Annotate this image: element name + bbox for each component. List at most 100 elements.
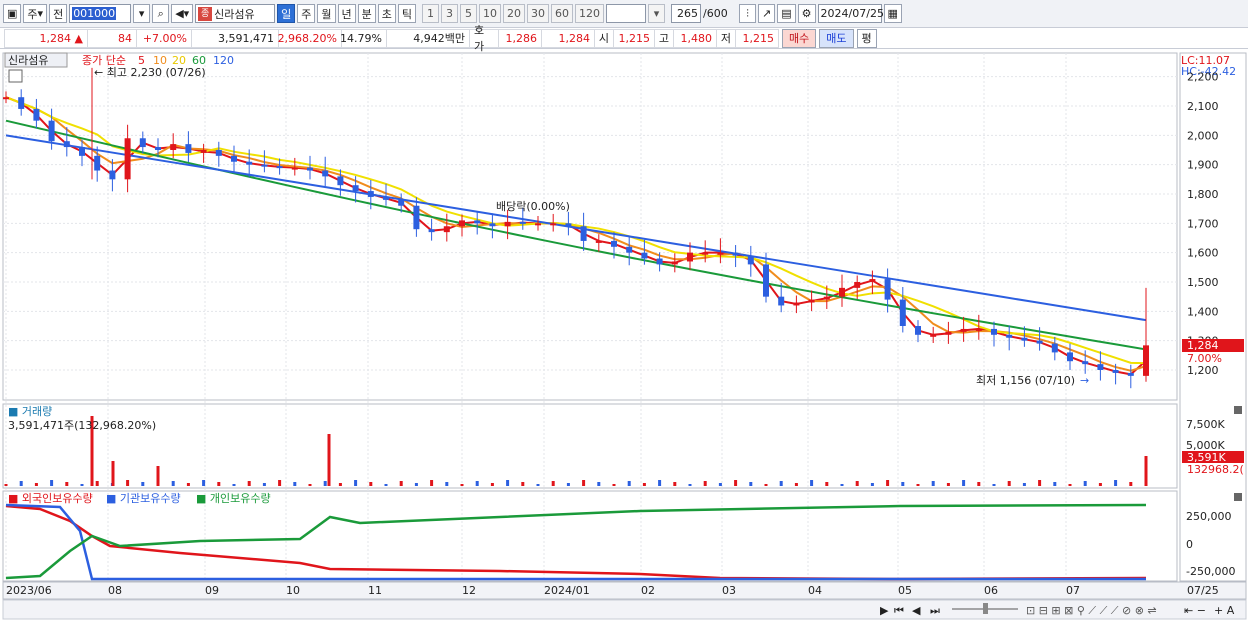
volume-bar [551,481,555,486]
zoom-out-icon[interactable]: ⇤ − [1184,604,1206,617]
interval-60[interactable]: 60 [551,4,574,23]
holdings-close-icon[interactable] [1234,493,1242,501]
volume-bar [126,480,130,486]
candle-body [459,220,465,227]
interval-120[interactable]: 120 [575,4,605,23]
date-tick: 02 [641,584,655,597]
volume-bar [475,481,479,486]
candle-body [383,196,389,200]
volume-bar [247,481,251,486]
zoom-slider-thumb[interactable] [983,603,988,614]
volume-ratio: 2,968.20% [278,28,342,48]
date-tick: 08 [108,584,122,597]
date-input[interactable]: 2024/07/25 [817,4,884,23]
price-tick: 1,700 [1187,217,1219,230]
volume-bar [627,481,631,486]
dividend-note: 배당락(0.00%) [496,200,570,213]
volume-bar [734,480,738,486]
candle-body [1006,334,1013,338]
sell-button[interactable]: 매도 [819,28,854,48]
price-tick: 2,000 [1187,129,1219,142]
eval-button[interactable]: 평 [856,28,877,48]
tab-second[interactable]: 초 [377,4,396,23]
volume-bar [80,484,84,486]
search-icon[interactable]: ⌕ [152,4,170,23]
stock-chart[interactable]: 신라섬유 종가 단순 5 10 20 60 120 ← 최고 2,230 (07… [0,51,1248,621]
stock-name-tag: 신라섬유 [8,54,48,67]
volume-bar [354,480,358,486]
count-input[interactable]: 265 [671,4,702,23]
low-arrow-icon: → [1080,374,1089,387]
date-tick: 05 [898,584,912,597]
volume-bar [1129,482,1133,486]
candle-body [367,191,374,197]
candle-body [717,252,724,255]
tab-day[interactable]: 일 [277,4,296,23]
custom-interval-input[interactable] [606,4,647,23]
volume-bar [141,482,145,486]
candle-type-icon[interactable]: ⫶ [739,4,757,23]
quote-bar: 1,284 ▲ 84 +7.00% 3,591,471 2,968.20% 14… [0,24,1248,53]
tab-tick[interactable]: 틱 [397,4,417,23]
scroll-prev-icon[interactable]: ◀ [912,604,921,617]
candle-body [504,221,511,227]
tab-minute[interactable]: 분 [357,4,376,23]
calendar-icon[interactable]: ▦ [883,4,902,23]
volume-bar [718,483,722,486]
interval-3[interactable]: 3 [441,4,459,23]
stock-name-field[interactable]: 종 신라섬유 [195,4,276,23]
indicator-icon[interactable]: ↗ [758,4,776,23]
interval-10[interactable]: 10 [479,4,502,23]
interval-dropdown-icon[interactable]: ▾ [648,4,666,23]
scroll-right-icon[interactable]: ▶ [880,604,889,617]
period-select[interactable]: 주 ▾ [23,4,48,23]
tool-icons[interactable]: ⊡ ⊟ ⊞ ⊠ ⚲ ⟋ ⟋ ⟋ ⊘ ⊗ ⇌ [1026,604,1157,617]
volume-bar [338,483,342,486]
interval-1[interactable]: 1 [422,4,440,23]
scroll-first-icon[interactable]: ⏮ [894,604,904,617]
high-price: 1,480 [673,28,717,48]
price-tick: 1,500 [1187,276,1219,289]
interval-5[interactable]: 5 [460,4,478,23]
interval-30[interactable]: 30 [527,4,550,23]
open-price: 1,215 [613,28,655,48]
up-arrow-icon: ▲ [74,31,83,45]
volume-close-icon[interactable] [1234,406,1242,414]
low-price-note: 최저 1,156 (07/10) [976,374,1075,387]
save-icon[interactable]: ▤ [777,4,796,23]
stock-code-input[interactable]: 001000 [69,4,132,23]
layout-icon[interactable]: ▣ [3,4,22,23]
candle-body [702,252,709,255]
volume-bar [1007,481,1011,486]
tab-month[interactable]: 월 [317,4,336,23]
volume-bar [597,482,601,486]
table-toggle-icon[interactable] [8,69,23,83]
candle-body [413,205,420,230]
candle-body [930,334,937,337]
volume-bar [65,482,69,486]
volume-bar [399,481,403,486]
ma-120-label: 120 [213,54,234,67]
open-label: 시 [594,28,614,48]
volume-bar [886,480,890,486]
zoom-in-icon[interactable]: + A [1214,604,1235,617]
change-percent: +7.00% [136,28,192,48]
sound-icon[interactable]: ◀▾ [171,4,194,23]
code-dropdown-icon[interactable]: ▾ [133,4,151,23]
volume-bar [566,483,570,486]
scroll-last-icon[interactable]: ⏭ [930,604,940,617]
tab-week[interactable]: 주 [297,4,316,23]
candle-body [671,261,678,265]
bid-label: 호가 [469,24,499,53]
tab-year[interactable]: 년 [337,4,356,23]
candle-body [808,299,815,303]
candle-body [945,331,952,335]
buy-button[interactable]: 매수 [782,28,817,48]
settings-gear-icon[interactable]: ⚙ [797,4,816,23]
candle-body [1051,343,1058,353]
candle-body [94,155,101,171]
candle-body [1067,352,1073,362]
price-tick: 1,800 [1187,188,1219,201]
prev-button[interactable]: 전 [49,4,68,23]
interval-20[interactable]: 20 [503,4,526,23]
